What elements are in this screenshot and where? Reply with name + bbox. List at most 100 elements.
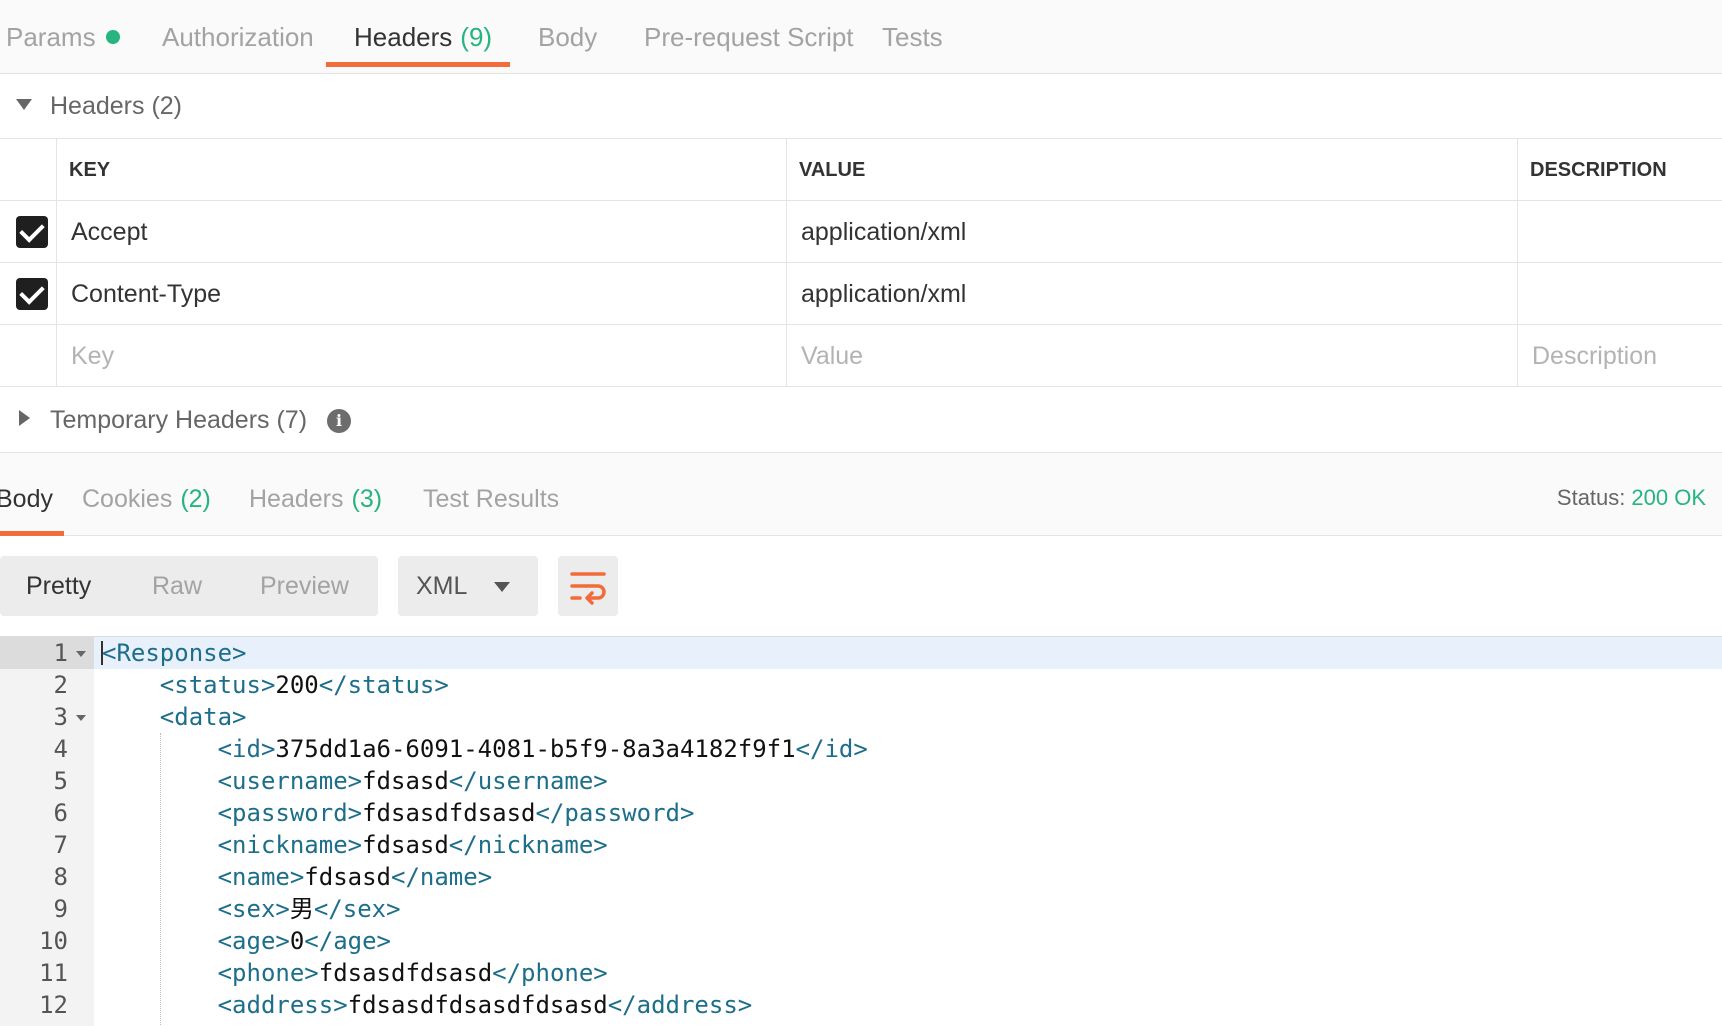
xml-open-tag: <id>	[217, 735, 276, 763]
header-description-cell[interactable]	[1517, 201, 1722, 263]
new-value-input[interactable]: Value	[786, 325, 1517, 387]
tab-label: Tests	[882, 22, 943, 52]
tab-label: Body	[0, 485, 53, 513]
xml-close-tag: </status>	[318, 671, 449, 699]
xml-text-value: fdsasdfdsasd	[318, 959, 493, 987]
header-description-cell[interactable]	[1517, 263, 1722, 325]
tab-label: Pre-request Script	[644, 22, 854, 52]
active-tab-underline	[326, 62, 510, 67]
xml-text-value: fdsasdfdsasdfdsasd	[347, 991, 608, 1019]
new-description-input[interactable]: Description	[1517, 325, 1722, 387]
xml-close-tag: </username>	[448, 767, 608, 795]
view-raw-button[interactable]: Raw	[152, 572, 202, 601]
view-mode-segmented-control: Pretty Raw Preview	[0, 556, 378, 616]
headers-table: KEY VALUE DESCRIPTION Accept application…	[0, 138, 1722, 387]
code-line: 7 <nickname>fdsasd</nickname>	[0, 829, 1722, 861]
response-tabs: Body Cookies (2) Headers (3) Test Results …	[0, 452, 1722, 536]
row-enabled-checkbox[interactable]	[16, 278, 48, 310]
column-header-value: VALUE	[786, 139, 1517, 201]
code-content: <status>200</status>	[102, 669, 449, 701]
tab-label: Authorization	[162, 22, 314, 52]
line-number: 12	[39, 991, 68, 1019]
xml-close-tag: </nickname>	[448, 831, 608, 859]
xml-open-tag: <name>	[217, 863, 305, 891]
xml-text-value: 0	[289, 927, 305, 955]
xml-close-tag: </sex>	[313, 895, 401, 923]
format-select[interactable]: XML	[398, 556, 538, 616]
xml-close-tag: </address>	[607, 991, 753, 1019]
column-header-key: KEY	[56, 139, 786, 201]
new-key-input[interactable]: Key	[56, 325, 786, 387]
xml-open-tag: <Response>	[102, 639, 247, 667]
column-header-description: DESCRIPTION	[1517, 139, 1722, 201]
tab-response-body[interactable]: Body	[0, 485, 53, 514]
xml-close-tag: </name>	[391, 863, 493, 891]
fold-toggle-icon[interactable]	[76, 715, 86, 721]
line-number: 2	[53, 671, 68, 699]
code-line: 10 <age>0</age>	[0, 925, 1722, 957]
tab-response-headers[interactable]: Headers (3)	[249, 485, 382, 514]
xml-open-tag: <status>	[159, 671, 276, 699]
tab-label: Params	[6, 22, 96, 52]
header-value-cell[interactable]: application/xml	[786, 263, 1517, 325]
tab-test-results[interactable]: Test Results	[423, 485, 559, 514]
tab-count: (9)	[460, 22, 493, 52]
row-enabled-checkbox[interactable]	[16, 216, 48, 248]
xml-open-tag: <username>	[217, 767, 363, 795]
active-tab-underline	[0, 531, 64, 536]
code-content: <phone>fdsasdfdsasd</phone>	[102, 957, 608, 989]
xml-open-tag: <age>	[217, 927, 290, 955]
text-cursor	[101, 641, 103, 665]
info-icon[interactable]: i	[327, 409, 352, 433]
xml-open-tag: <address>	[217, 991, 348, 1019]
section-title: Temporary Headers (7) i	[50, 406, 352, 435]
chevron-down-icon	[494, 582, 510, 592]
header-value-cell[interactable]: application/xml	[786, 201, 1517, 263]
code-line: 11 <phone>fdsasdfdsasd</phone>	[0, 957, 1722, 989]
tab-authorization[interactable]: Authorization	[162, 22, 314, 53]
line-number: 10	[39, 927, 68, 955]
status-label: Status:	[1556, 485, 1626, 510]
tab-params[interactable]: Params	[6, 22, 120, 53]
tab-pre-request-script[interactable]: Pre-request Script	[644, 22, 854, 53]
expand-arrow-icon	[16, 99, 32, 110]
view-preview-button[interactable]: Preview	[260, 572, 349, 601]
xml-close-tag: </id>	[795, 735, 868, 763]
tab-cookies[interactable]: Cookies (2)	[82, 485, 211, 514]
line-number: 9	[53, 895, 68, 923]
line-number: 3	[53, 703, 68, 731]
tab-count: (3)	[351, 485, 383, 513]
code-content: <data>	[102, 701, 247, 733]
wrap-lines-button[interactable]	[558, 556, 618, 616]
tab-tests[interactable]: Tests	[882, 22, 943, 53]
code-content: <Response>	[102, 637, 247, 669]
header-key-cell[interactable]: Accept	[56, 201, 786, 263]
section-title: Headers (2)	[50, 92, 183, 120]
fold-toggle-icon[interactable]	[76, 651, 86, 657]
code-content: <address>fdsasdfdsasdfdsasd</address>	[102, 989, 753, 1021]
line-number: 11	[39, 959, 68, 987]
tab-count: (2)	[180, 485, 211, 513]
xml-text-value: fdsasd	[304, 863, 391, 891]
code-content: <id>375dd1a6-6091-4081-b5f9-8a3a4182f9f1…	[102, 733, 868, 765]
response-body-editor[interactable]: 1 <Response> 2 <status>200</status> 3 <data…	[0, 636, 1722, 1026]
code-line: 1 <Response>	[0, 637, 1722, 669]
temporary-headers-toggle[interactable]: Temporary Headers (7) i	[0, 388, 1722, 452]
code-content: <username>fdsasd</username>	[102, 765, 608, 797]
header-key-cell[interactable]: Content-Type	[56, 263, 786, 325]
code-line: 9 <sex>男</sex>	[0, 893, 1722, 925]
code-content: <nickname>fdsasd</nickname>	[102, 829, 608, 861]
view-pretty-button[interactable]: Pretty	[26, 572, 91, 601]
table-row: Content-Type application/xml	[0, 263, 1722, 325]
tab-label: Body	[538, 22, 598, 52]
headers-section-toggle[interactable]: Headers (2)	[0, 74, 1722, 138]
status-value: 200 OK	[1631, 485, 1706, 510]
code-line: 2 <status>200</status>	[0, 669, 1722, 701]
xml-open-tag: <sex>	[217, 895, 290, 923]
request-tabs: Params Authorization Headers (9) Body Pre…	[0, 0, 1722, 74]
tab-body[interactable]: Body	[538, 22, 597, 53]
line-number: 5	[53, 767, 68, 795]
xml-text-value: 375dd1a6-6091-4081-b5f9-8a3a4182f9f1	[275, 735, 796, 763]
tab-headers[interactable]: Headers (9)	[354, 22, 492, 53]
xml-open-tag: <data>	[159, 703, 247, 731]
